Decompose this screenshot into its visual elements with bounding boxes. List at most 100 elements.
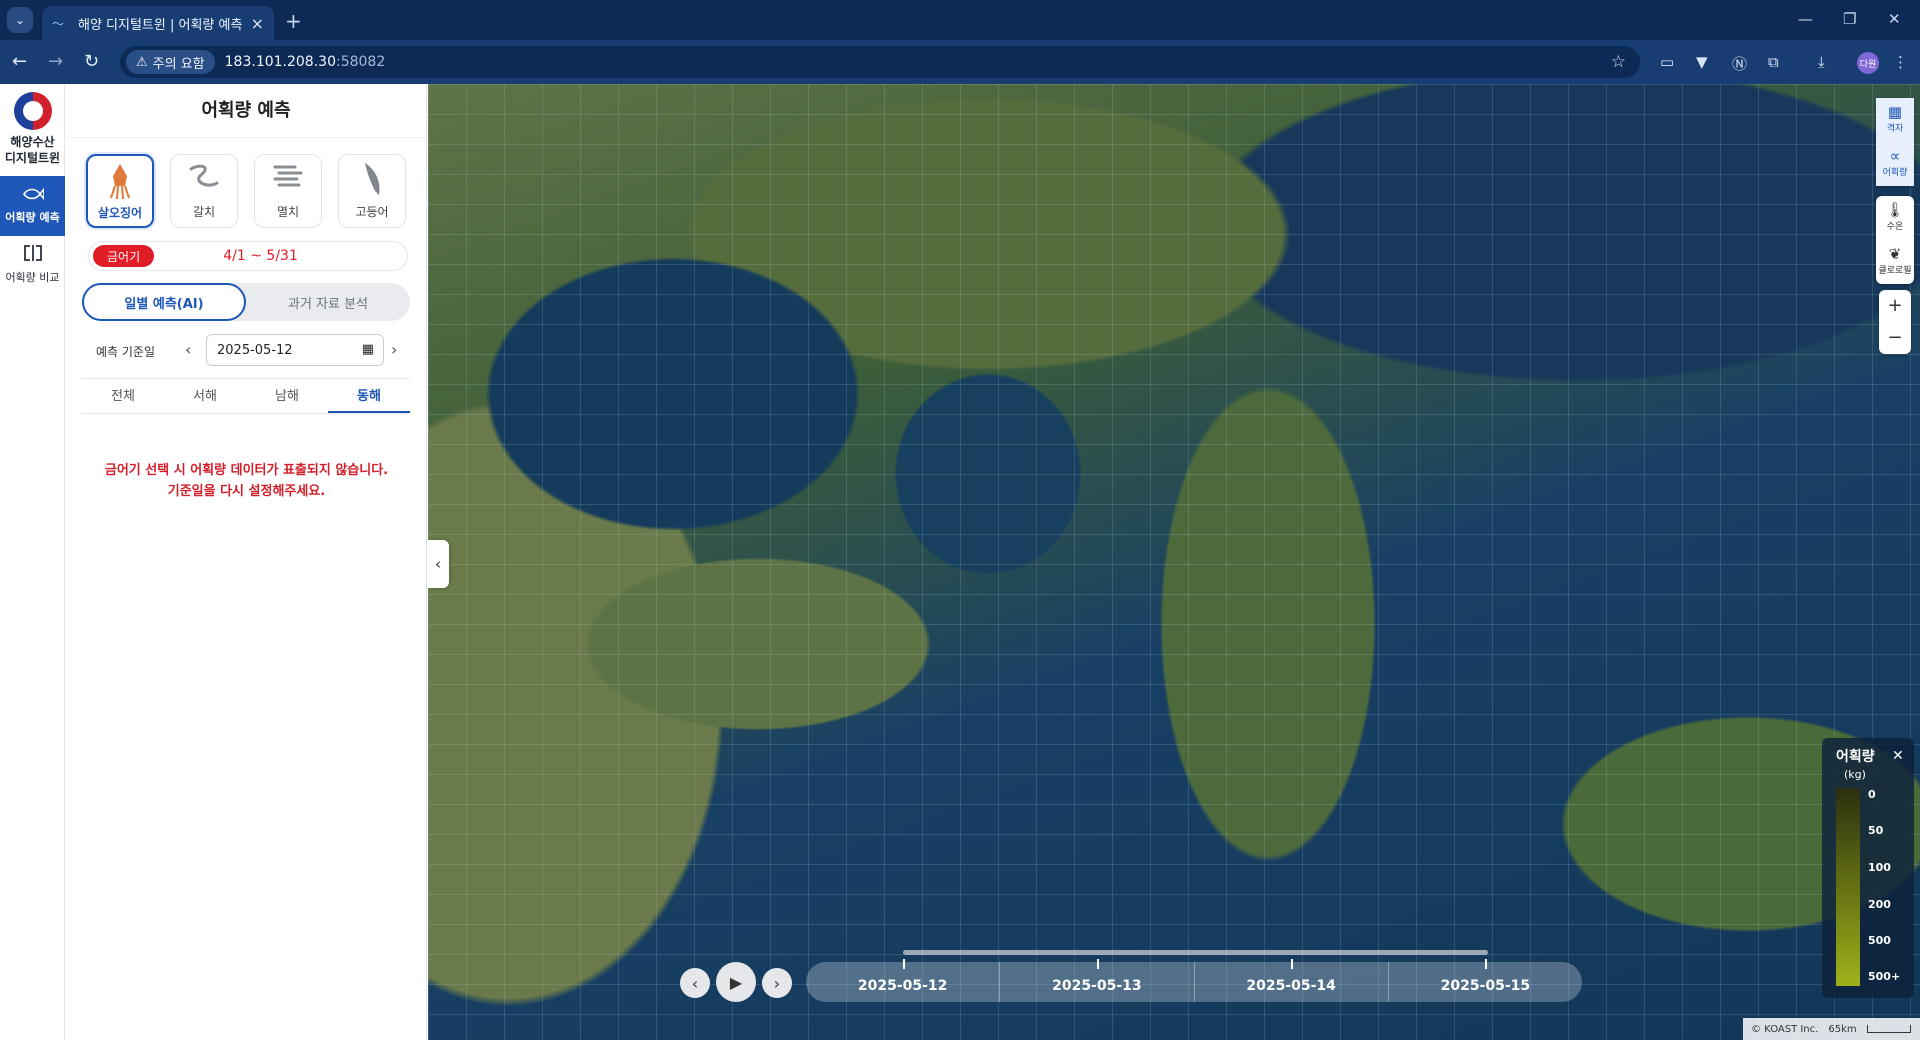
- timeline-bar[interactable]: 2025-05-12 2025-05-13 2025-05-14 2025-05…: [806, 959, 1582, 1002]
- date-value: 2025-05-12: [217, 342, 293, 358]
- timeline-progress-track[interactable]: [903, 950, 1488, 955]
- temperature-layer-button[interactable]: 🌡 수온: [1876, 196, 1914, 240]
- tab-region-all[interactable]: 전체: [82, 379, 164, 413]
- logo-line1: 해양수산: [10, 135, 55, 149]
- timeline-date[interactable]: 2025-05-15: [1389, 959, 1582, 1002]
- calendar-icon[interactable]: ▦: [362, 342, 374, 357]
- timeline-date-label: 2025-05-12: [857, 978, 948, 994]
- tab-region-west[interactable]: 서해: [164, 379, 246, 413]
- timeline-date[interactable]: 2025-05-14: [1195, 959, 1389, 1002]
- timeline-tick: [902, 959, 905, 969]
- fish-option-anchovy[interactable]: 멸치: [254, 154, 322, 228]
- fish-label: 살오징어: [97, 206, 143, 220]
- region-tabs: 전체 서해 남해 동해: [82, 378, 410, 414]
- fish-icon: ∝: [1889, 147, 1901, 165]
- app-logo[interactable]: 해양수산 디지털트윈: [0, 92, 65, 182]
- browser-toolbar: ← → ↻ ⚠ 주의 요함 183.101.208.30:58082 ☆ ▭ ▼…: [0, 40, 1920, 84]
- grid-layer-button[interactable]: ▦ 격자: [1876, 98, 1914, 142]
- hairtail-icon: [171, 161, 237, 203]
- restore-icon[interactable]: ❐: [1843, 10, 1856, 28]
- map-grid-overlay: [428, 84, 1920, 1040]
- closed-season-message: 금어기 선택 시 어획량 데이터가 표출되지 않습니다. 기준일을 다시 설정해…: [66, 460, 427, 502]
- browser-tabbar: ⌄ 〜 해양 디지털트윈 | 어획량 예측 × + — ❐ ✕: [0, 0, 1920, 40]
- profile-avatar[interactable]: 다원: [1857, 52, 1879, 74]
- zoom-in-button[interactable]: +: [1879, 290, 1911, 322]
- legend-value: 100: [1868, 861, 1891, 874]
- thermometer-icon: 🌡: [1885, 201, 1905, 219]
- minimize-icon[interactable]: —: [1798, 10, 1813, 28]
- timeline-date[interactable]: 2025-05-13: [1000, 959, 1195, 1002]
- fish-label: 멸치: [276, 205, 300, 219]
- timeline-tick: [1096, 959, 1099, 969]
- play-button[interactable]: ▶: [716, 962, 756, 1002]
- vue-devtools-icon[interactable]: ▼: [1696, 53, 1708, 71]
- next-date-icon[interactable]: ›: [391, 340, 397, 359]
- nav-item-catch-compare[interactable]: 어획량 비교: [0, 236, 65, 296]
- cast-icon[interactable]: ▭: [1660, 53, 1674, 71]
- scale-label: 65km: [1828, 1023, 1857, 1035]
- next-step-button[interactable]: ›: [762, 968, 792, 998]
- legend-close-icon[interactable]: ✕: [1892, 748, 1904, 764]
- map-view[interactable]: ▦ 격자 ∝ 어획량 🌡 수온 ❦ 클로로필 + − 어획량 (kg) ✕ 0 …: [428, 84, 1920, 1040]
- historical-analysis-toggle[interactable]: 과거 자료 분석: [246, 283, 410, 321]
- bookmark-star-icon[interactable]: ☆: [1611, 52, 1626, 72]
- warning-icon: ⚠: [136, 54, 148, 70]
- notion-icon[interactable]: Ⓝ: [1732, 53, 1747, 74]
- warning-text: 주의 요함: [152, 56, 205, 72]
- timeline-date[interactable]: 2025-05-12: [806, 959, 1001, 1002]
- browser-menu-icon[interactable]: ⋮: [1893, 53, 1908, 71]
- close-window-icon[interactable]: ✕: [1888, 10, 1901, 28]
- url-text: 183.101.208.30:58082: [225, 54, 386, 70]
- tab-region-south[interactable]: 남해: [246, 379, 328, 413]
- panel-title: 어획량 예측: [66, 84, 426, 138]
- security-warning[interactable]: ⚠ 주의 요함: [126, 50, 215, 74]
- back-icon[interactable]: ←: [12, 51, 27, 72]
- download-icon[interactable]: ⤓: [1818, 53, 1825, 71]
- legend-color-bar: [1836, 788, 1860, 986]
- address-bar[interactable]: ⚠ 주의 요함 183.101.208.30:58082 ☆: [120, 46, 1640, 78]
- catch-layer-button[interactable]: ∝ 어획량: [1876, 142, 1914, 186]
- reload-icon[interactable]: ↻: [84, 51, 99, 72]
- logo-line2: 디지털트윈: [4, 151, 61, 165]
- timeline-date-label: 2025-05-15: [1440, 978, 1531, 994]
- url-host: 183.101.208.30: [224, 54, 336, 70]
- catch-layer-label: 어획량: [1882, 168, 1908, 178]
- app-root: 해양수산 디지털트윈 어획량 예측 어획량 비교 어획량 예측 살오징어 갈치 …: [0, 84, 1920, 1040]
- map-attribution: © KOAST Inc. 65km: [1743, 1018, 1920, 1040]
- tab-close-icon[interactable]: ×: [251, 14, 264, 33]
- timeline-date-label: 2025-05-13: [1052, 978, 1142, 994]
- fish-option-squid[interactable]: 살오징어: [86, 154, 154, 228]
- chlorophyll-layer-label: 클로로필: [1878, 266, 1912, 276]
- chlorophyll-layer-button[interactable]: ❦ 클로로필: [1876, 240, 1914, 284]
- fish-option-mackerel[interactable]: 고등어: [338, 154, 406, 228]
- nav-item-catch-forecast[interactable]: 어획량 예측: [0, 176, 65, 236]
- new-tab-icon[interactable]: +: [285, 9, 302, 33]
- zoom-out-button[interactable]: −: [1879, 322, 1911, 354]
- fish-option-hairtail[interactable]: 갈치: [170, 154, 238, 228]
- grid-icon: ▦: [1887, 103, 1903, 121]
- env-control-group: 🌡 수온 ❦ 클로로필: [1876, 196, 1914, 284]
- prev-date-icon[interactable]: ‹: [185, 340, 191, 359]
- layer-control-group: ▦ 격자 ∝ 어획량: [1876, 98, 1914, 186]
- temperature-layer-label: 수온: [1886, 222, 1904, 232]
- mackerel-icon: [339, 161, 405, 203]
- forecast-date-input[interactable]: 2025-05-12 ▦: [206, 334, 384, 366]
- tab-search-icon[interactable]: ⌄: [7, 7, 33, 33]
- zoom-control: + −: [1879, 290, 1911, 354]
- daily-forecast-toggle[interactable]: 일별 예측(AI): [82, 283, 246, 321]
- taegeuk-logo-icon: [13, 92, 52, 130]
- url-port: :58082: [335, 54, 386, 70]
- message-line2: 기준일을 다시 설정해주세요.: [167, 484, 326, 499]
- prev-step-button[interactable]: ‹: [680, 968, 710, 998]
- panel-collapse-button[interactable]: ‹: [427, 540, 449, 588]
- forecast-date-row: 예측 기준일 ‹ 2025-05-12 ▦ ›: [66, 334, 427, 368]
- forecast-date-label: 예측 기준일: [96, 345, 156, 359]
- forward-icon[interactable]: →: [48, 51, 63, 72]
- left-navigation: 해양수산 디지털트윈 어획량 예측 어획량 비교: [0, 84, 65, 1040]
- browser-tab[interactable]: 〜 해양 디지털트윈 | 어획량 예측 ×: [42, 6, 274, 40]
- tab-region-east[interactable]: 동해: [328, 379, 410, 413]
- catch-legend: 어획량 (kg) ✕ 0 50 100 200 500 500+: [1822, 738, 1914, 998]
- nav-item-label: 어획량 비교: [5, 271, 60, 284]
- extensions-icon[interactable]: ⧉: [1768, 53, 1779, 71]
- fish-icon: [0, 185, 65, 205]
